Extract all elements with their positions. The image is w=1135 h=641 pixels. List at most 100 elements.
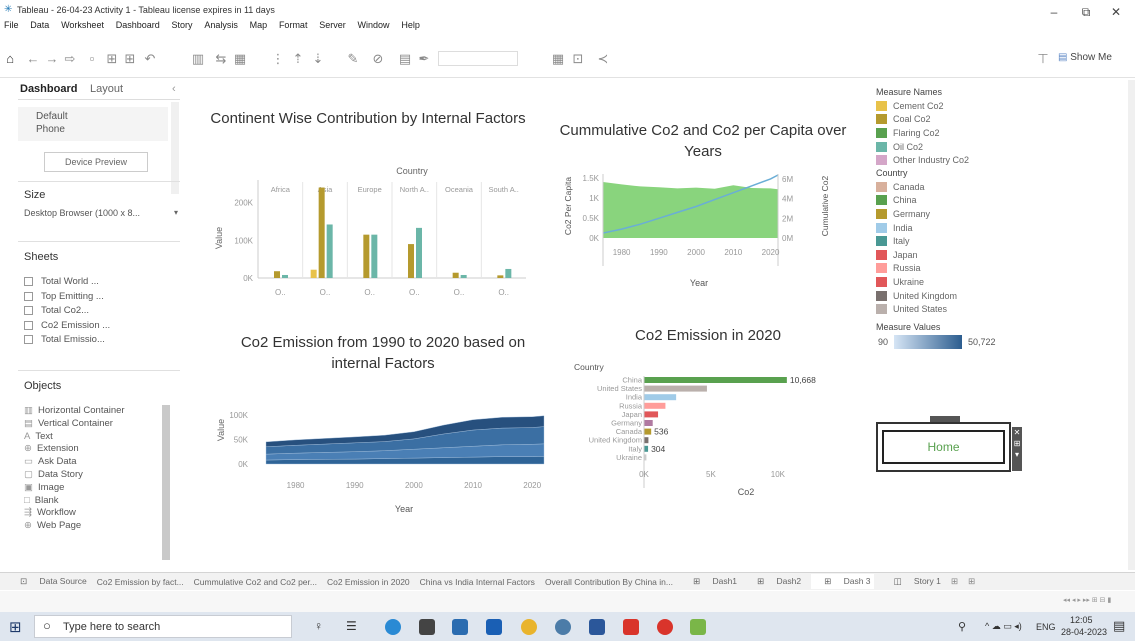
canvas-scrollbar[interactable]	[1128, 80, 1135, 570]
legend-country-item[interactable]: Italy	[876, 234, 1021, 248]
pen-icon[interactable]: ✒	[416, 51, 432, 67]
close-icon[interactable]: ✕	[1107, 5, 1125, 19]
tab-sheet[interactable]: Cummulative Co2 and Co2 per...	[194, 577, 317, 587]
legend-measure-item[interactable]: Coal Co2	[876, 113, 1021, 127]
legend-country-item[interactable]: United States	[876, 302, 1021, 316]
language-indicator[interactable]: ENG	[1036, 622, 1056, 632]
tray-icons[interactable]: ^ ☁ ▭ ◂)	[985, 621, 1022, 632]
scrollbar-objects[interactable]	[162, 405, 170, 560]
undo-icon[interactable]: ↶	[142, 51, 158, 67]
legend-country-item[interactable]: Japan	[876, 248, 1021, 262]
menu-map[interactable]: Map	[250, 20, 268, 30]
new-datasource-icon[interactable]: ⊞	[104, 51, 120, 67]
legend-measure-item[interactable]: Oil Co2	[876, 140, 1021, 154]
show-me-button[interactable]: ▤ Show Me	[1058, 52, 1112, 63]
device-default[interactable]: Default	[18, 107, 168, 122]
tab-sheet[interactable]: Co2 Emission by fact...	[97, 577, 184, 587]
app-icon[interactable]	[555, 619, 571, 635]
collapse-icon[interactable]: ‹	[172, 83, 176, 95]
menu-file[interactable]: File	[4, 20, 19, 30]
fit-dropdown[interactable]	[438, 51, 518, 66]
chrome-icon[interactable]	[657, 619, 673, 635]
legend-country-item[interactable]: Canada	[876, 180, 1021, 194]
sheet-item[interactable]: Total Co2...	[24, 305, 172, 320]
maximize-icon[interactable]: ⧉	[1077, 5, 1095, 20]
chrome-icon[interactable]	[521, 619, 537, 635]
tab-dashboard[interactable]: Dashboard	[20, 83, 77, 95]
comment-icon[interactable]: ⊤	[1035, 51, 1051, 67]
home-button[interactable]: Home	[882, 430, 1005, 464]
menu-window[interactable]: Window	[358, 20, 390, 30]
word-icon[interactable]	[589, 619, 605, 635]
menu-story[interactable]: Story	[172, 20, 193, 30]
object-horizontal-container[interactable]: ▥ Horizontal Container	[24, 405, 164, 418]
clock-time[interactable]: 12:05	[1070, 615, 1093, 625]
tab-dashboard[interactable]: ⊞ Dash1	[683, 576, 737, 587]
object-image[interactable]: ▣ Image	[24, 482, 164, 495]
group-icon[interactable]: ⋮	[270, 51, 286, 67]
menu-analysis[interactable]: Analysis	[204, 20, 238, 30]
menu-dashboard[interactable]: Dashboard	[116, 20, 160, 30]
clock-date[interactable]: 28-04-2023	[1061, 627, 1107, 637]
highlight-icon[interactable]: ✎	[345, 51, 361, 67]
home-icon[interactable]: ⌂	[2, 51, 18, 66]
object-blank[interactable]: □ Blank	[24, 495, 164, 508]
share-icon[interactable]: ≺	[595, 51, 611, 67]
new-sheet-icon[interactable]: ⊞	[122, 51, 138, 67]
save-icon[interactable]: ▫	[84, 51, 100, 66]
mail-icon[interactable]	[486, 619, 502, 635]
object-data-story[interactable]: ▢ Data Story	[24, 469, 164, 482]
menu-format[interactable]: Format	[279, 20, 308, 30]
tab-data-source[interactable]: ⊡ Data Source	[10, 576, 87, 587]
sheet-item[interactable]: Top Emitting ...	[24, 291, 172, 306]
legend-measure-item[interactable]: Flaring Co2	[876, 126, 1021, 140]
legend-country-item[interactable]: India	[876, 221, 1021, 235]
legend-measure-item[interactable]: Cement Co2	[876, 99, 1021, 113]
datasource-icon[interactable]: ⇨	[62, 51, 78, 67]
device-preview-button[interactable]: Device Preview	[44, 152, 148, 172]
legend-country-item[interactable]: Ukraine	[876, 275, 1021, 289]
legend-country-item[interactable]: Germany	[876, 207, 1021, 221]
taskbar-search[interactable]: ○ Type here to search	[34, 615, 292, 638]
tab-nav-icon[interactable]: ◂◂ ◂ ▸ ▸▸ ⊞ ⊟ ▮	[1063, 596, 1111, 604]
new-dashboard-tab-icon[interactable]: ⊞	[968, 576, 975, 587]
sheet-item[interactable]: Co2 Emission ...	[24, 320, 172, 335]
chart-type-icon[interactable]: ▥	[190, 51, 206, 67]
tab-sheet[interactable]: Co2 Emission in 2020	[327, 577, 410, 587]
edge-icon[interactable]	[385, 619, 401, 635]
minimize-icon[interactable]: –	[1045, 5, 1063, 19]
windows-start-icon[interactable]: ⊞	[9, 618, 22, 636]
pin-icon[interactable]: ⊘	[370, 51, 386, 67]
legend-country-item[interactable]: Russia	[876, 262, 1021, 276]
object-vertical-container[interactable]: ▤ Vertical Container	[24, 418, 164, 431]
menu-help[interactable]: Help	[401, 20, 420, 30]
swap-icon[interactable]: ⇆	[213, 51, 229, 67]
tableau-taskbar-icon[interactable]	[690, 619, 706, 635]
store-icon[interactable]	[419, 619, 435, 635]
files-icon[interactable]	[452, 619, 468, 635]
mic-icon[interactable]: ♀	[314, 619, 323, 633]
size-dropdown[interactable]: Desktop Browser (1000 x 8...	[24, 208, 172, 218]
label-icon[interactable]: ▤	[397, 51, 413, 67]
menu-data[interactable]: Data	[30, 20, 49, 30]
tab-sheet[interactable]: Overall Contribution By China in...	[545, 577, 673, 587]
menu-worksheet[interactable]: Worksheet	[61, 20, 104, 30]
legend-measure-item[interactable]: Other Industry Co2	[876, 153, 1021, 167]
acrobat-icon[interactable]	[623, 619, 639, 635]
tab-story[interactable]: ◫ Story 1	[884, 576, 941, 587]
task-view-icon[interactable]: ☰	[346, 619, 357, 633]
object-extension[interactable]: ⊕ Extension	[24, 443, 164, 456]
forward-icon[interactable]: →	[44, 51, 60, 66]
tab-sheet[interactable]: China vs India Internal Factors	[420, 577, 535, 587]
clear-sheet-icon[interactable]: ▦	[232, 51, 248, 67]
presentation-icon[interactable]: ⊡	[570, 51, 586, 67]
notification-icon[interactable]: ▤	[1113, 618, 1125, 634]
sort-desc-icon[interactable]: ⇣	[310, 51, 326, 67]
back-icon[interactable]: ←	[25, 51, 41, 66]
people-icon[interactable]: ⚲	[958, 620, 966, 633]
menu-server[interactable]: Server	[319, 20, 346, 30]
tab-dashboard[interactable]: ⊞ Dash2	[747, 576, 801, 587]
tab-dashboard-active[interactable]: ⊞ Dash 3	[811, 574, 874, 589]
legend-country-item[interactable]: China	[876, 194, 1021, 208]
sheet-item[interactable]: Total World ...	[24, 276, 172, 291]
